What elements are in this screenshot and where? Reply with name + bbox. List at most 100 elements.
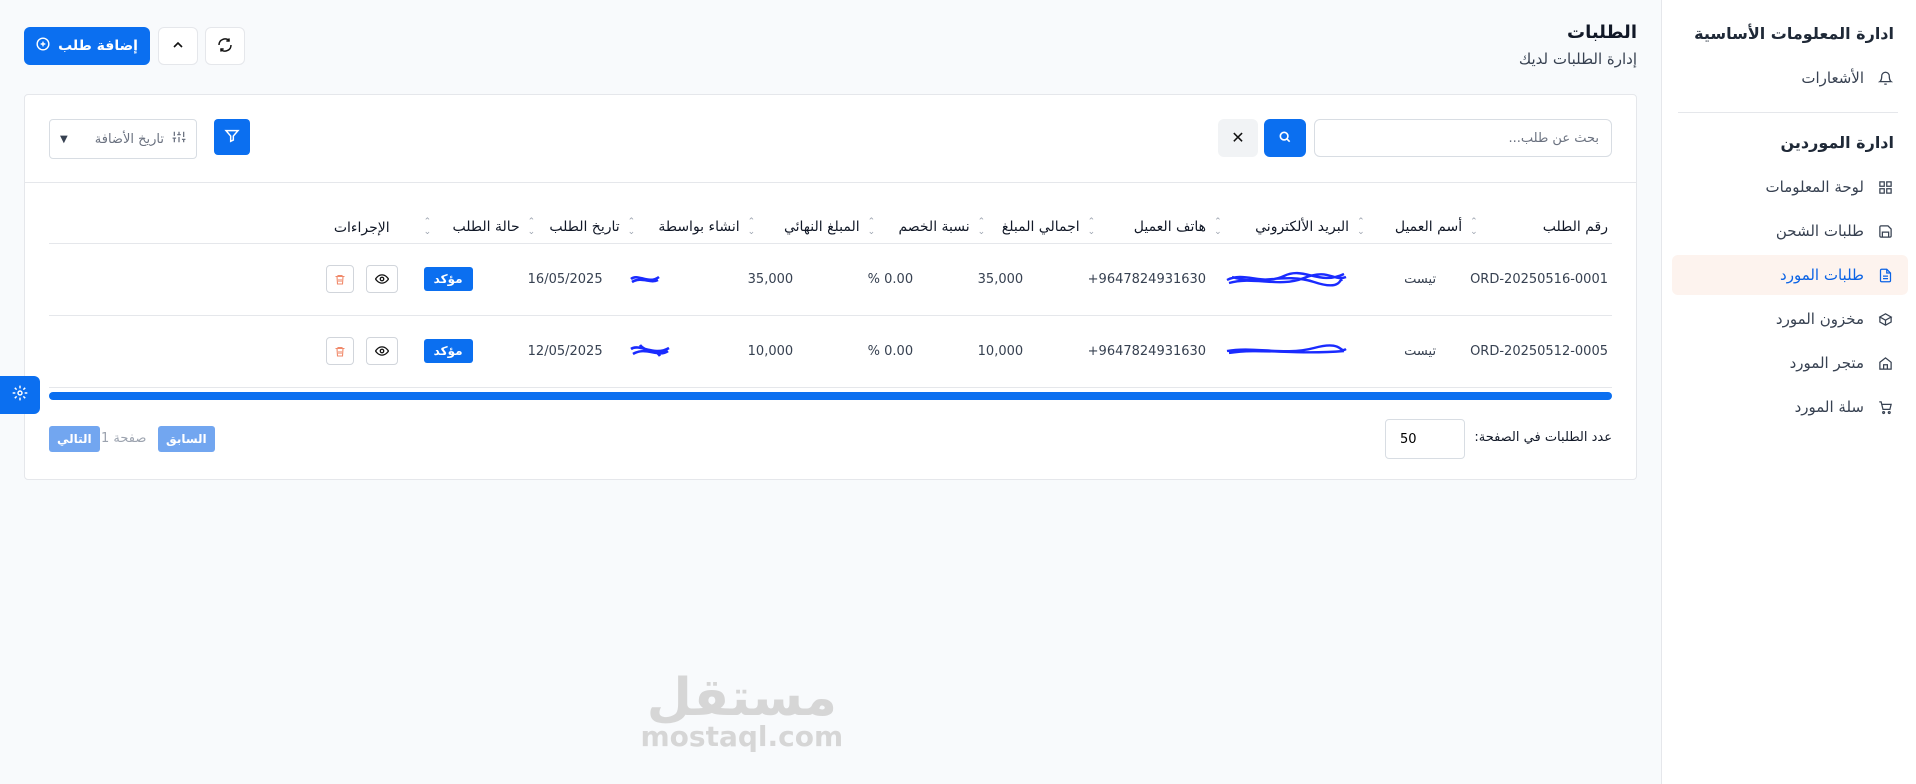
page-title: الطلبات	[1566, 22, 1637, 43]
column-header[interactable]: البريد الألكتروني ⌃ ⌄	[1210, 213, 1354, 244]
column-header[interactable]: أسم العميل ⌃ ⌄	[1353, 213, 1467, 244]
order-number: ORD-20250516-0001	[1466, 243, 1612, 316]
column-header[interactable]: هاتف العميل ⌃ ⌄	[1083, 213, 1211, 244]
sidebar-item-supplier-store[interactable]: متجر المورد	[1672, 343, 1908, 383]
box-icon	[1876, 310, 1894, 328]
redacted-creator	[629, 275, 660, 284]
status-cell: مؤكد	[419, 243, 524, 316]
home-icon	[1876, 354, 1894, 372]
watermark-english: mostaql.com	[640, 720, 844, 753]
discount-rate: 0.00 %	[863, 243, 974, 316]
add-order-button[interactable]: إضافة طلب	[24, 27, 150, 65]
sort-select[interactable]: تاريخ الأضافة ▼	[49, 119, 197, 159]
search-input[interactable]	[1314, 119, 1612, 157]
caret-down-icon: ▼	[60, 133, 68, 145]
customer-phone: +9647824931630	[1083, 315, 1211, 388]
trash-icon	[335, 346, 345, 357]
cart-icon	[1876, 398, 1894, 416]
redacted-email	[1226, 271, 1347, 287]
search-icon	[1278, 130, 1292, 147]
sort-icon: ⌃ ⌄	[1214, 216, 1222, 237]
sidebar-item-supplier-orders[interactable]: طلبات المورد	[1672, 255, 1908, 295]
sidebar: ادارة المعلومات الأساسية الأشعارات ادارة…	[1661, 0, 1916, 784]
sort-icon: ⌃ ⌄	[527, 216, 536, 237]
orders-card: ✕ تاريخ الأضافة ▼ رقم الطل	[24, 94, 1637, 480]
table-row[interactable]: ORD-20250512-0005 تيست +9647824931630 10…	[49, 315, 1612, 388]
delete-button[interactable]	[325, 337, 354, 366]
prev-page-button[interactable]: السابق	[158, 426, 215, 452]
created-by-cell	[623, 315, 744, 388]
actions-cell	[49, 315, 420, 388]
email-cell	[1210, 243, 1354, 316]
filter-icon	[224, 128, 240, 147]
sort-icon: ⌃ ⌄	[1470, 216, 1478, 237]
grid-icon	[1876, 178, 1894, 196]
column-header[interactable]: نسبة الخصم ⌃ ⌄	[863, 213, 974, 244]
sidebar-item-label: طلبات المورد	[1780, 266, 1864, 284]
final-amount: 35,000	[743, 243, 864, 316]
sort-icon: ⌃ ⌄	[1357, 216, 1365, 237]
sidebar-item-notifications[interactable]: الأشعارات	[1672, 58, 1908, 98]
customer-name: تيست	[1353, 315, 1467, 388]
watermark: مستقل mostaql.com	[641, 670, 844, 753]
refresh-icon	[217, 37, 233, 56]
sidebar-item-supplier-cart[interactable]: سلة المورد	[1672, 387, 1908, 427]
sort-icon: ⌃ ⌄	[1087, 216, 1096, 237]
search-button[interactable]	[1264, 119, 1306, 157]
order-date: 16/05/2025	[523, 243, 624, 316]
column-header[interactable]: رقم الطلب ⌃ ⌄	[1466, 213, 1612, 244]
created-by-cell	[623, 243, 744, 316]
filter-button[interactable]	[214, 119, 250, 155]
eye-icon	[374, 274, 389, 284]
column-header[interactable]: تاريخ الطلب ⌃ ⌄	[523, 213, 624, 244]
save-icon	[1876, 222, 1894, 240]
sidebar-item-shipping-orders[interactable]: طلبات الشحن	[1672, 211, 1908, 251]
sort-icon: ⌃ ⌄	[747, 216, 756, 237]
sidebar-item-label: طلبات الشحن	[1775, 222, 1864, 240]
table-row[interactable]: ORD-20250516-0001 تيست +9647824931630 35…	[49, 243, 1612, 316]
main-content: الطلبات إدارة الطلبات لديك إضافة طلب بحث…	[0, 0, 1661, 784]
customer-phone: +9647824931630	[1083, 243, 1211, 316]
sidebar-item-label: سلة المورد	[1794, 398, 1864, 416]
status-badge: مؤكد	[423, 267, 473, 291]
sidebar-item-label: متجر المورد	[1789, 354, 1864, 372]
sidebar-item-supplier-inventory[interactable]: مخزون المورد	[1672, 299, 1908, 339]
total-amount: 35,000	[973, 243, 1084, 316]
redacted-creator	[629, 344, 670, 357]
column-header[interactable]: المبلغ النهائي ⌃ ⌄	[743, 213, 864, 244]
sort-icon: ⌃ ⌄	[423, 216, 432, 237]
page-subtitle: إدارة الطلبات لديك	[1518, 50, 1637, 68]
view-button[interactable]	[365, 336, 398, 365]
pagination: عدد الطلبات في الصفحة: التالي صفحة 1 الس…	[49, 417, 1612, 459]
sort-select-value: تاريخ الأضافة	[94, 131, 164, 147]
eye-icon	[374, 346, 389, 356]
view-button[interactable]	[365, 264, 398, 293]
horizontal-scrollbar[interactable]	[49, 392, 1612, 400]
column-header[interactable]: اجمالي المبلغ ⌃ ⌄	[973, 213, 1084, 244]
collapse-button[interactable]	[158, 27, 198, 65]
add-order-label: إضافة طلب	[58, 38, 138, 54]
email-cell	[1210, 315, 1354, 388]
clear-search-button[interactable]: ✕	[1218, 119, 1258, 157]
table-header-row: رقم الطلب ⌃ ⌄ أسم العميل ⌃ ⌄ البريد الألكترو…	[49, 213, 1612, 244]
discount-rate: 0.00 %	[863, 315, 974, 388]
column-header[interactable]: انشاء بواسطة ⌃ ⌄	[623, 213, 744, 244]
sidebar-section-title: ادارة المعلومات الأساسية	[1694, 24, 1894, 43]
total-amount: 10,000	[973, 315, 1084, 388]
settings-tab[interactable]	[0, 376, 40, 414]
column-header[interactable]: حالة الطلب ⌃ ⌄	[419, 213, 524, 244]
per-page-input[interactable]	[1385, 419, 1465, 459]
sidebar-item-label: لوحة المعلومات	[1765, 178, 1865, 196]
sidebar-item-dashboard[interactable]: لوحة المعلومات	[1672, 167, 1908, 207]
delete-button[interactable]	[325, 265, 354, 294]
next-page-button[interactable]: التالي	[49, 426, 100, 452]
orders-table: رقم الطلب ⌃ ⌄ أسم العميل ⌃ ⌄ البريد الألكترو…	[49, 213, 1612, 388]
refresh-button[interactable]	[205, 27, 245, 65]
watermark-arabic: مستقل	[646, 668, 837, 728]
bell-icon	[1876, 69, 1894, 87]
customer-name: تيست	[1353, 243, 1467, 316]
sort-icon: ⌃ ⌄	[977, 216, 986, 237]
column-header: الإجراءات	[49, 213, 420, 244]
file-icon	[1876, 266, 1894, 284]
sidebar-item-label: مخزون المورد	[1775, 310, 1864, 328]
